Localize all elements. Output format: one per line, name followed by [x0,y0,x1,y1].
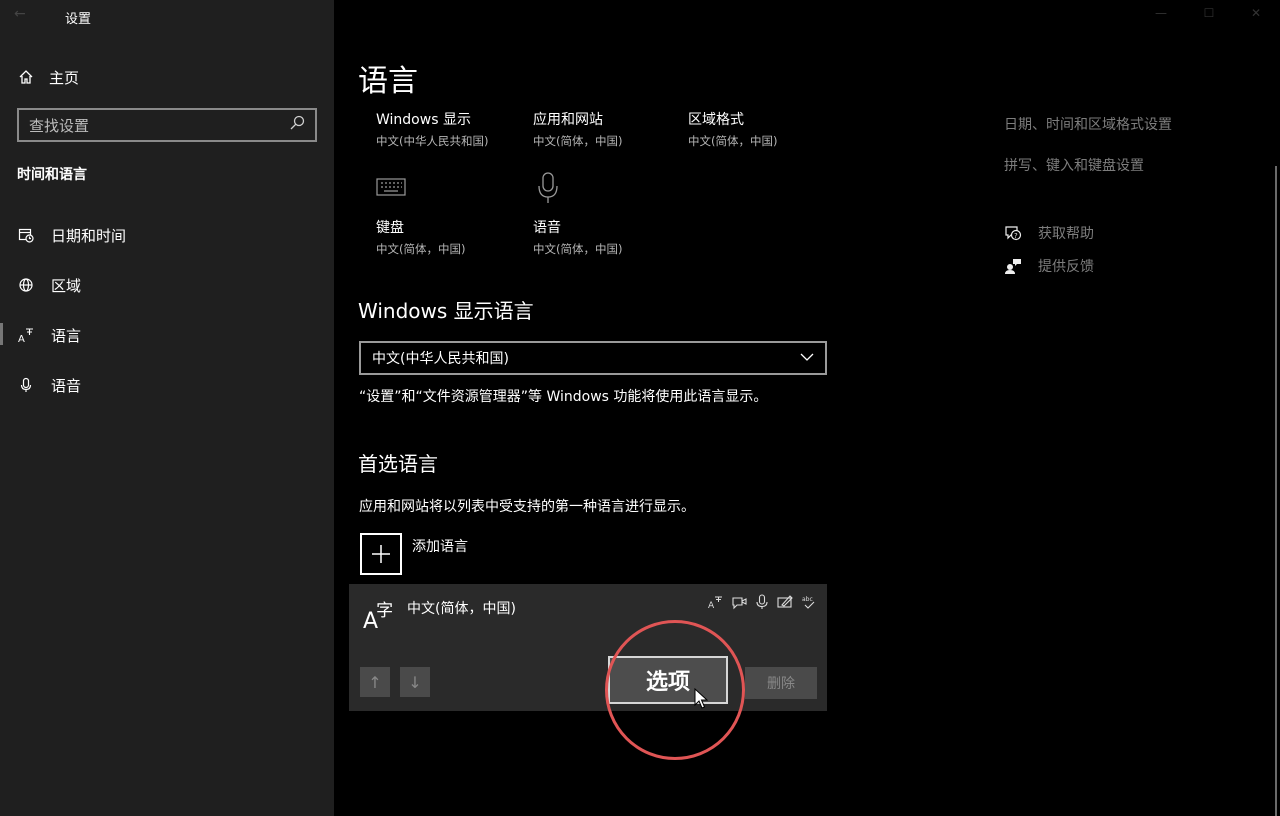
svg-text:A: A [18,334,25,344]
tile-speech[interactable]: 语音 中文(简体，中国) [533,217,683,257]
handwriting-icon [777,594,793,613]
tile-regional-format[interactable]: 区域格式 中文(简体，中国) [688,109,838,149]
tile-title: Windows 显示 [376,112,471,128]
add-language-button[interactable]: 添加语言 [360,533,468,575]
display-language-description: “设置”和“文件资源管理器”等 Windows 功能将使用此语言显示。 [359,389,768,405]
tile-subtitle: 中文(简体，中国) [533,242,623,256]
language-icon: A [17,326,35,344]
sidebar-item-speech[interactable]: 语音 [17,373,81,397]
spellcheck-icon: abc [801,594,817,613]
maximize-button[interactable]: ☐ [1196,6,1222,26]
close-button[interactable]: ✕ [1243,6,1269,26]
chevron-down-icon [800,350,814,366]
nav-home[interactable]: 主页 [17,66,79,88]
scrollbar[interactable] [1275,166,1277,816]
globe-icon [17,276,35,294]
search-input[interactable]: 查找设置 [17,108,317,142]
sidebar-item-label: 日期和时间 [51,226,127,245]
svg-text:?: ? [1014,232,1018,240]
back-button[interactable]: ← [14,6,38,26]
move-down-button[interactable]: ↓ [400,667,430,697]
tile-title: 键盘 [376,220,404,236]
tile-subtitle: 中文(简体，中国) [688,134,778,148]
microphone-icon [17,376,35,394]
active-indicator [0,323,3,345]
options-label: 选项 [645,670,690,695]
delete-label: 删除 [767,676,795,692]
microphone-icon [536,172,560,208]
sidebar-item-label: 语言 [51,326,82,345]
help-chat-icon: ? [1004,224,1022,242]
display-language-dropdown[interactable]: 中文(中华人民共和国) [359,341,827,375]
preferred-languages-heading: 首选语言 [358,452,438,476]
get-help-link[interactable]: ? 获取帮助 [1004,223,1094,243]
language-features: A abc [707,594,817,613]
tile-windows-display[interactable]: Windows 显示 中文(中华人民共和国) [376,109,526,149]
sidebar-item-date-time[interactable]: 日期和时间 [17,223,126,247]
search-placeholder: 查找设置 [29,116,90,135]
add-language-label: 添加语言 [412,539,468,555]
move-up-button[interactable]: ↑ [360,667,390,697]
give-feedback-link[interactable]: 提供反馈 [1004,256,1094,276]
language-glyph-icon: A字 [363,598,395,634]
tile-subtitle: 中文(简体，中国) [533,134,623,148]
tile-title: 语音 [533,220,561,236]
sidebar-item-language[interactable]: A 语言 [17,323,81,347]
tile-title: 区域格式 [688,112,744,128]
sidebar: ← 设置 主页 查找设置 时间和语言 日期和时间 区域 A 语言 语音 [0,0,334,816]
language-list-item[interactable]: A字 中文(简体，中国) A abc ↑ ↓ 选项 删除 [349,584,827,711]
page-title: 语言 [358,64,418,99]
link-date-time-region[interactable]: 日期、时间和区域格式设置 [1004,114,1172,134]
tile-subtitle: 中文(简体，中国) [376,242,466,256]
home-icon [17,68,35,86]
plus-icon [360,533,402,575]
delete-button[interactable]: 删除 [745,667,817,699]
svg-text:abc: abc [802,596,813,603]
tile-subtitle: 中文(中华人民共和国) [376,134,489,148]
dropdown-value: 中文(中华人民共和国) [372,351,509,367]
sidebar-item-label: 区域 [51,276,82,295]
options-button[interactable]: 选项 [608,656,728,704]
get-help-label: 获取帮助 [1038,226,1094,242]
give-feedback-label: 提供反馈 [1038,259,1094,275]
display-language-icon: A [707,594,723,613]
nav-home-label: 主页 [49,68,80,87]
search-icon[interactable] [289,115,305,135]
tile-keyboard[interactable]: 键盘 中文(简体，中国) [376,217,526,257]
sidebar-item-region[interactable]: 区域 [17,273,81,297]
language-name: 中文(简体，中国) [407,601,516,617]
calendar-clock-icon [17,226,35,244]
tile-title: 应用和网站 [533,112,603,128]
arrow-up-icon: ↑ [368,672,382,692]
preferred-languages-description: 应用和网站将以列表中受支持的第一种语言进行显示。 [359,499,695,515]
keyboard-icon [376,177,406,201]
svg-text:A: A [708,601,715,610]
app-title: 设置 [65,12,92,27]
mouse-cursor-icon [694,688,708,709]
minimize-button[interactable]: — [1148,6,1174,26]
sidebar-item-label: 语音 [51,376,82,395]
section-title: 时间和语言 [17,167,87,183]
feedback-icon [1004,257,1022,275]
link-spelling-typing-keyboard[interactable]: 拼写、键入和键盘设置 [1004,155,1144,175]
voice-icon [755,594,769,613]
tile-apps-websites[interactable]: 应用和网站 中文(简体，中国) [533,109,683,149]
speech-icon [731,594,747,613]
glyph-zi: 字 [376,601,394,621]
arrow-down-icon: ↓ [408,672,422,692]
display-language-heading: Windows 显示语言 [358,299,534,323]
